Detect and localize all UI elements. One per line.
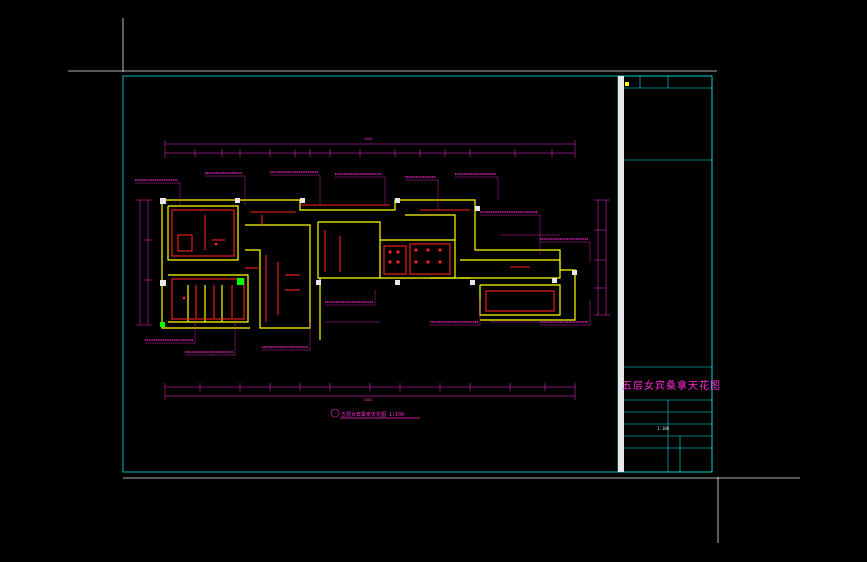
title-block-strip bbox=[618, 76, 624, 472]
top-overall-dimension: 4384 bbox=[364, 137, 373, 141]
view-caption: 五层女宾桑拿天花图 1:100 bbox=[341, 412, 405, 418]
view-symbol bbox=[330, 408, 340, 418]
bottom-overall-dimension: 4384 bbox=[364, 398, 373, 402]
title-block bbox=[617, 75, 713, 473]
cad-drawing bbox=[68, 18, 800, 543]
green-marker bbox=[237, 278, 244, 285]
annotation-notes bbox=[135, 171, 588, 353]
top-dimension-chain bbox=[164, 140, 576, 158]
right-dimension-chain bbox=[594, 199, 610, 316]
left-dimension-chain bbox=[136, 199, 152, 326]
title-block-mark bbox=[625, 82, 629, 86]
columns bbox=[160, 198, 577, 286]
scale-text: 1:100 bbox=[657, 426, 670, 431]
green-marker-2 bbox=[160, 322, 165, 327]
drawing-title: 五层女宾桑拿天花图 bbox=[622, 381, 721, 392]
